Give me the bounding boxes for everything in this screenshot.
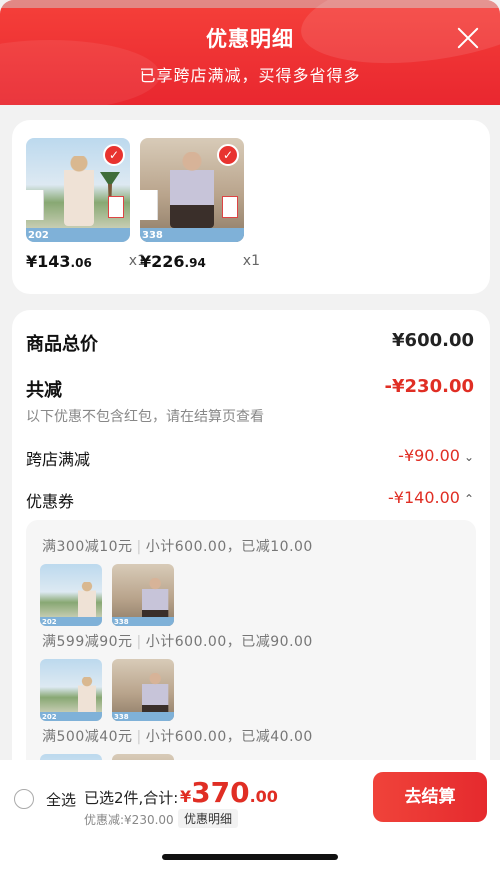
total-reduction-row: 共减 -¥230.00 (26, 376, 476, 402)
checkout-button[interactable]: 去结算 (373, 772, 487, 822)
close-icon[interactable] (454, 24, 482, 52)
coupon-product-thumb: 202 (40, 564, 102, 626)
price-tag (222, 196, 238, 218)
coupon-product-thumb: 338 (112, 564, 174, 626)
total-amount: ¥370.00 (180, 776, 278, 809)
coupon-product-thumb: 202 (40, 659, 102, 721)
product-item[interactable]: 338 ✓ ¥226.94 x1 (140, 138, 260, 274)
selected-products-card: 202 ✓ ¥143.06 x1 338 ✓ ¥226.94 x1 (12, 120, 490, 294)
coupon-detail-line: 满300减10元 | 小计600.00，已减10.00 (42, 539, 313, 555)
select-all-label[interactable]: 全选 (46, 789, 76, 810)
discount-detail-link[interactable]: 优惠明细 (178, 809, 239, 828)
chevron-down-icon: ⌄ (463, 450, 474, 464)
product-image: 202 ✓ (26, 138, 130, 242)
coupon-row[interactable]: 优惠券 -¥140.00 ⌃ (26, 488, 476, 512)
popup-subtitle: 已享跨店满减，买得多省得多 (139, 66, 361, 85)
coupon-label: 优惠券 (26, 492, 75, 511)
home-indicator[interactable] (162, 854, 338, 860)
product-quantity: x1 (242, 253, 260, 269)
discount-summary-card: 商品总价 ¥600.00 共减 -¥230.00 以下优惠不包含红包，请在结算页… (12, 310, 490, 780)
coupon-detail-line: 满599减90元 | 小计600.00，已减90.00 (42, 634, 313, 650)
popup-title: 优惠明细 (206, 27, 294, 51)
price-tag (26, 190, 44, 220)
product-figure (170, 152, 214, 228)
product-price: ¥143.06 (26, 252, 92, 271)
total-price-label: 商品总价 (26, 334, 98, 355)
chevron-up-icon: ⌃ (463, 492, 474, 506)
cross-store-row[interactable]: 跨店满减 -¥90.00 ⌄ (26, 446, 476, 470)
checkmark-icon[interactable]: ✓ (217, 144, 239, 166)
product-badge: 202 (28, 230, 49, 241)
reduction-note: 以下优惠不包含红包，请在结算页查看 (26, 409, 264, 425)
total-reduction-value: -¥230.00 (384, 376, 474, 397)
product-item[interactable]: 202 ✓ ¥143.06 x1 (26, 138, 146, 274)
price-tag (140, 190, 158, 220)
product-price: ¥226.94 (140, 252, 206, 271)
checkmark-icon[interactable]: ✓ (103, 144, 125, 166)
total-price-row: 商品总价 ¥600.00 (26, 330, 476, 356)
coupon-detail-box: 满300减10元 | 小计600.00，已减10.00 202 338 满599减9… (26, 520, 476, 780)
popup-header: 优惠明细 已享跨店满减，买得多省得多 (0, 0, 500, 105)
discount-amount: 优惠减:¥230.00 (84, 813, 174, 827)
product-image: 338 ✓ (140, 138, 244, 242)
total-reduction-label: 共减 (26, 380, 62, 401)
cross-store-value: -¥90.00 ⌄ (398, 446, 474, 465)
select-all-radio[interactable] (14, 789, 34, 809)
cross-store-label: 跨店满减 (26, 450, 91, 469)
coupon-detail-line: 满500减40元 | 小计600.00，已减40.00 (42, 729, 313, 745)
checkout-bar: 全选 已选2件,合计: ¥370.00 优惠减:¥230.00 优惠明细 去结算 (0, 760, 500, 871)
coupon-value: -¥140.00 ⌃ (388, 488, 474, 507)
total-price-value: ¥600.00 (392, 330, 474, 351)
price-tag (108, 196, 124, 218)
selected-summary: 已选2件,合计: (84, 789, 179, 807)
product-figure (64, 156, 94, 226)
product-badge: 338 (142, 230, 163, 241)
coupon-product-thumb: 338 (112, 659, 174, 721)
